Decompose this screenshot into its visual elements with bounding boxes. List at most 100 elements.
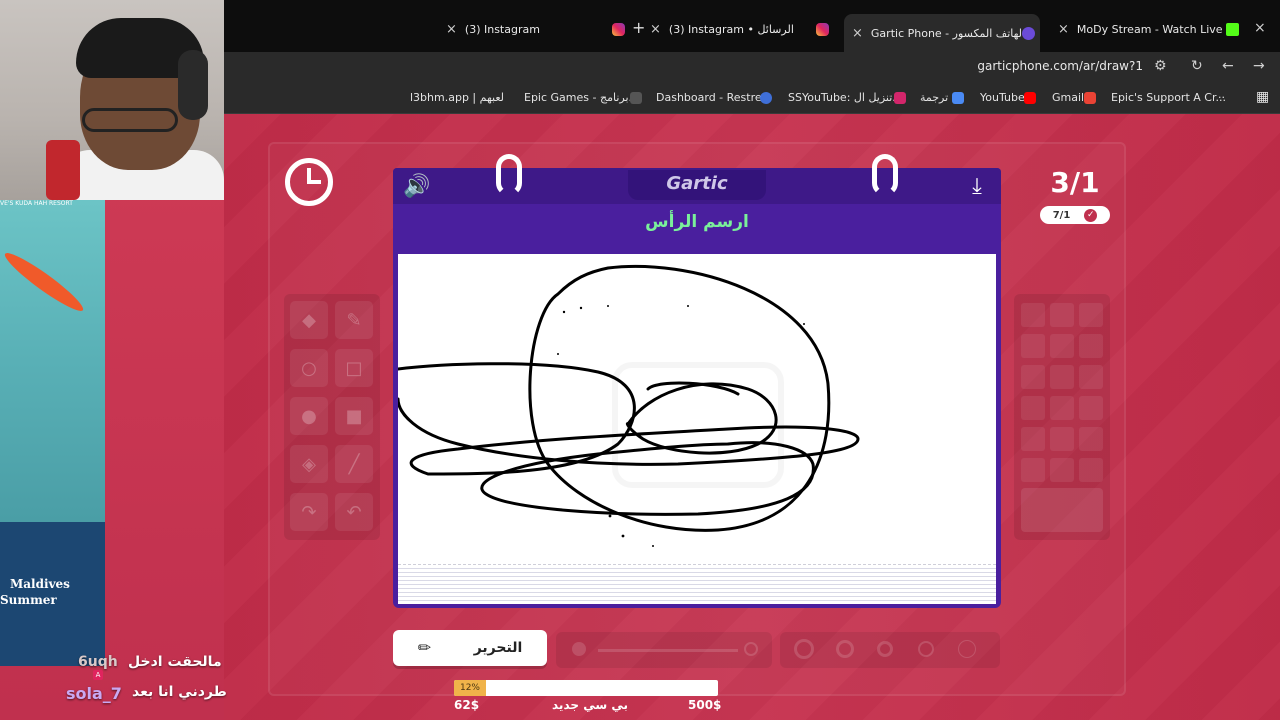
donation-goal-title: بي سي جديد (552, 698, 628, 712)
brush-size-xl[interactable] (794, 639, 814, 659)
redo-tool-icon[interactable]: ↷ (290, 493, 328, 531)
chat-username: 6uqh (78, 654, 118, 670)
color-swatch[interactable] (1021, 396, 1045, 420)
youtube-icon (1024, 92, 1036, 104)
rectangle-tool-icon[interactable]: □ (335, 349, 373, 387)
ssyoutube-icon (894, 92, 906, 104)
color-swatch[interactable] (1050, 458, 1074, 482)
ad-text-line2: Summer (0, 593, 57, 607)
opacity-slider-track[interactable] (598, 649, 738, 652)
site-settings-icon[interactable]: ⚙ (1154, 58, 1167, 74)
brush-size-m[interactable] (877, 641, 893, 657)
edit-button[interactable]: ✏ التحرير (393, 630, 547, 666)
restream-icon (760, 92, 772, 104)
sponsor-ad-text: Maldives Summer (0, 576, 105, 608)
gmail-icon (1084, 92, 1096, 104)
kayak-image (0, 247, 88, 317)
bookmark-epic-support[interactable]: Epic's Support A Cr... (1111, 91, 1226, 104)
tab-title: MoDy Stream - Watch Live on (1076, 22, 1227, 36)
pencil-icon: ✏ (417, 638, 432, 657)
line-tool-icon[interactable]: ╱ (335, 445, 373, 483)
more-bookmarks-icon[interactable]: ·· (1218, 91, 1225, 104)
drawing-prompt: ارسم الرأس (645, 212, 749, 232)
color-swatch[interactable] (1050, 427, 1074, 451)
color-swatch[interactable] (1050, 334, 1074, 358)
undo-tool-icon[interactable]: ↶ (335, 493, 373, 531)
opacity-slider-start (572, 642, 586, 656)
moderator-badge-icon: A (93, 670, 103, 680)
notebook-ring (872, 154, 898, 196)
webcam-feed (0, 0, 224, 200)
close-icon[interactable]: × (446, 22, 457, 37)
filled-rectangle-tool-icon[interactable]: ■ (335, 397, 373, 435)
canvas-watermark (612, 362, 784, 488)
close-icon[interactable]: × (1058, 22, 1069, 37)
speaker-icon[interactable]: 🔊 (403, 174, 435, 202)
bookmark-dashboard[interactable]: Dashboard - Restre... (656, 91, 772, 104)
color-swatch[interactable] (1079, 458, 1103, 482)
color-swatch[interactable] (1021, 427, 1045, 451)
gartic-logo: Gartic (628, 170, 766, 200)
apps-grid-icon[interactable]: ▦ (1256, 89, 1269, 105)
circle-tool-icon[interactable]: ○ (290, 349, 328, 387)
brush-size-l[interactable] (836, 640, 854, 658)
tab-gartic-phone[interactable]: × Gartic Phone - الهاتف المكسور (844, 14, 1040, 52)
color-swatch[interactable] (1079, 303, 1103, 327)
bookmark-youtube[interactable]: YouTube (980, 91, 1025, 104)
color-swatch[interactable] (1021, 303, 1045, 327)
color-swatch[interactable] (1021, 458, 1045, 482)
color-swatch[interactable] (1021, 334, 1045, 358)
bookmarks-bar: l3bhm.app | لعبهم Epic Games - برنامج...… (224, 82, 1280, 114)
ad-caption: VE'S KUDA HAH RESORT (0, 200, 73, 207)
color-swatch[interactable] (1021, 365, 1045, 389)
brush-size-xs[interactable] (958, 640, 976, 658)
bookmark-epic-games[interactable]: Epic Games - برنامج... (524, 91, 639, 104)
round-progress-badge: 7/1 ✓ (1040, 206, 1110, 224)
color-swatch[interactable] (1050, 365, 1074, 389)
bookmark-translate[interactable]: ترجمة (920, 91, 948, 104)
bookmark-l3bhm[interactable]: l3bhm.app | لعبهم (410, 91, 504, 104)
brush-size-s[interactable] (918, 641, 934, 657)
forward-icon[interactable]: → (1253, 58, 1265, 74)
close-icon[interactable]: × (650, 22, 661, 37)
tab-instagram[interactable]: × (3) Instagram (438, 14, 628, 44)
color-swatch[interactable] (1079, 396, 1103, 420)
color-swatch[interactable] (1079, 365, 1103, 389)
reload-icon[interactable]: ↻ (1191, 58, 1203, 74)
webcam-glasses (82, 108, 178, 132)
browser-tab-bar: + × (3) Instagram × (3) Instagram • الرس… (224, 0, 1280, 52)
eraser-tool-icon[interactable]: ◆ (290, 301, 328, 339)
donation-goal-target: 500$ (688, 698, 722, 712)
notebook-ring (496, 154, 522, 196)
tab-close-icon[interactable]: × (1254, 20, 1266, 36)
instagram-icon (612, 22, 625, 36)
color-swatch[interactable] (1079, 427, 1103, 451)
tab-instagram-messages[interactable]: × (3) Instagram • الرسائل (642, 14, 838, 44)
url-field[interactable]: garticphone.com/ar/draw?1 (977, 59, 1143, 73)
bookmark-ssyoutube[interactable]: SSYouTube: تنزيل ال... (788, 91, 903, 104)
filled-circle-tool-icon[interactable]: ● (290, 397, 328, 435)
opacity-slider-end (744, 642, 758, 656)
tab-title: Gartic Phone - الهاتف المكسور (870, 26, 1021, 40)
chat-message: طردني انا بعد (132, 684, 227, 700)
close-icon[interactable]: × (852, 26, 863, 41)
donation-goal-start: 62$ (454, 698, 480, 712)
selected-color-swatch[interactable] (1021, 488, 1103, 532)
round-progress-text: 7/1 (1052, 209, 1071, 221)
download-icon[interactable]: ⤓ (963, 174, 991, 202)
bookmark-gmail[interactable]: Gmail (1052, 91, 1084, 104)
donation-goal-percent: 12% (459, 683, 480, 693)
address-bar: garticphone.com/ar/draw?1 ⚙ ↻ ← → (224, 52, 1280, 82)
donation-goal-bar (454, 680, 718, 696)
color-swatch[interactable] (1079, 334, 1103, 358)
color-swatch[interactable] (1050, 303, 1074, 327)
epic-icon (630, 92, 642, 104)
tab-mody-stream[interactable]: × MoDy Stream - Watch Live on (1050, 14, 1242, 44)
pencil-tool-icon[interactable]: ✎ (335, 301, 373, 339)
color-swatch[interactable] (1050, 396, 1074, 420)
check-icon: ✓ (1084, 208, 1098, 222)
chat-message: مالحقت ادخل (128, 654, 222, 670)
fill-bucket-tool-icon[interactable]: ◈ (290, 445, 328, 483)
back-icon[interactable]: ← (1222, 58, 1234, 74)
round-counter: 3/1 (1050, 166, 1100, 199)
